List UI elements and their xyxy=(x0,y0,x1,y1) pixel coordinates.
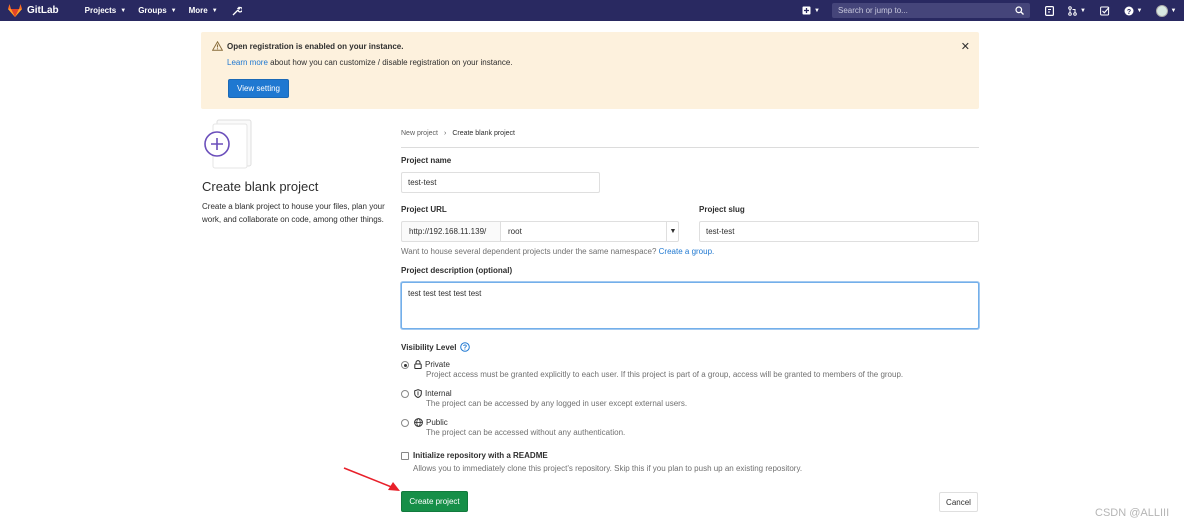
visibility-private-desc: Project access must be granted explicitl… xyxy=(426,370,904,379)
chevron-down-icon: ▼ xyxy=(814,7,820,14)
chevron-down-icon: ▼ xyxy=(1136,7,1143,14)
project-url-prefix: http://192.168.11.139/ xyxy=(401,221,501,242)
visibility-private: Private xyxy=(414,360,450,369)
question-circle-icon[interactable]: ? xyxy=(460,342,471,352)
nav-projects-label: Projects xyxy=(84,6,117,15)
registration-alert: Open registration is enabled on your ins… xyxy=(201,32,979,109)
warning-icon xyxy=(212,41,223,51)
visibility-internal-desc: The project can be accessed by any logge… xyxy=(426,399,688,408)
namespace-select[interactable]: root xyxy=(501,221,679,242)
brand-name: GitLab xyxy=(27,5,59,16)
create-group-link[interactable]: Create a group. xyxy=(659,247,715,256)
nav-groups-label: Groups xyxy=(138,6,167,15)
user-menu[interactable]: ▼ xyxy=(1148,0,1184,21)
project-name-input[interactable]: test-test xyxy=(401,172,600,193)
breadcrumb: New project › Create blank project xyxy=(401,130,515,137)
search-box[interactable] xyxy=(832,3,1030,18)
caret-down-icon[interactable]: ▼ xyxy=(666,221,679,242)
visibility-internal: Internal xyxy=(414,389,452,398)
readme-desc: Allows you to immediately clone this pro… xyxy=(413,464,803,473)
gitlab-home-link[interactable]: GitLab xyxy=(8,4,59,17)
admin-wrench-icon[interactable] xyxy=(232,6,242,16)
new-plus-icon[interactable]: ▼ xyxy=(800,0,822,21)
visibility-heading: Visibility Level ? xyxy=(401,342,471,352)
chevron-down-icon: ▼ xyxy=(211,7,218,14)
alert-body: Learn more about how you can customize /… xyxy=(227,58,513,67)
alert-body-text: about how you can customize / disable re… xyxy=(270,58,513,67)
visibility-private-radio[interactable] xyxy=(401,361,409,369)
blank-project-illustration xyxy=(204,119,252,169)
svg-text:?: ? xyxy=(1126,8,1130,15)
visibility-label: Visibility Level xyxy=(401,342,457,352)
visibility-internal-radio[interactable] xyxy=(401,390,409,398)
readme-checkbox[interactable] xyxy=(401,452,409,460)
visibility-public-desc: The project can be accessed without any … xyxy=(426,428,626,437)
top-navbar: GitLab Projects ▼ Groups ▼ More ▼ ▼ ▼ xyxy=(0,0,1184,21)
project-slug-label: Project slug xyxy=(699,205,745,214)
chevron-down-icon: ▼ xyxy=(1170,7,1177,14)
avatar xyxy=(1155,4,1168,17)
cancel-button[interactable]: Cancel xyxy=(939,492,978,512)
namespace-help: Want to house several dependent projects… xyxy=(401,247,714,256)
divider xyxy=(401,147,979,148)
nav-more[interactable]: More ▼ xyxy=(189,6,218,15)
create-project-button[interactable]: Create project xyxy=(401,491,468,512)
navbar-right: ▼ ▼ ? ▼ ▼ xyxy=(800,0,1184,21)
issues-icon[interactable] xyxy=(1036,0,1062,21)
close-icon[interactable]: ✕ xyxy=(961,40,970,53)
chevron-down-icon: ▼ xyxy=(170,7,177,14)
chevron-down-icon: ▼ xyxy=(120,7,127,14)
todos-icon[interactable] xyxy=(1092,0,1118,21)
visibility-private-label: Private xyxy=(425,360,450,369)
nav-more-label: More xyxy=(188,6,208,15)
help-icon[interactable]: ? ▼ xyxy=(1118,0,1148,21)
alert-title: Open registration is enabled on your ins… xyxy=(227,42,404,51)
visibility-public-radio[interactable] xyxy=(401,419,409,427)
shield-icon xyxy=(414,389,422,398)
watermark: CSDN @ALLIII xyxy=(1095,507,1170,519)
visibility-public-label: Public xyxy=(426,418,448,427)
page-title: Create blank project xyxy=(202,179,319,194)
chevron-down-icon: ▼ xyxy=(1080,7,1086,14)
search-input[interactable] xyxy=(838,6,1008,15)
nav-groups[interactable]: Groups ▼ xyxy=(138,6,176,15)
project-name-label: Project name xyxy=(401,156,452,165)
svg-text:?: ? xyxy=(463,345,467,352)
merge-requests-icon[interactable]: ▼ xyxy=(1062,0,1092,21)
description-textarea[interactable]: test test test test test xyxy=(401,282,979,329)
breadcrumb-new-project[interactable]: New project xyxy=(401,130,438,137)
nav-projects[interactable]: Projects ▼ xyxy=(85,6,127,15)
lock-icon xyxy=(414,360,422,369)
chevron-right-icon: › xyxy=(443,130,447,137)
project-url-label: Project URL xyxy=(401,205,447,214)
visibility-public: Public xyxy=(414,418,448,427)
namespace-help-text: Want to house several dependent projects… xyxy=(401,247,657,256)
project-slug-input[interactable]: test-test xyxy=(699,221,979,242)
description-label: Project description (optional) xyxy=(401,266,513,275)
visibility-internal-label: Internal xyxy=(425,389,452,398)
gitlab-logo-icon xyxy=(8,4,22,17)
page-description: Create a blank project to house your fil… xyxy=(202,202,385,224)
view-setting-button[interactable]: View setting xyxy=(228,79,289,98)
learn-more-link[interactable]: Learn more xyxy=(227,58,268,67)
breadcrumb-current: Create blank project xyxy=(452,130,515,137)
arrow-annotation-icon xyxy=(343,467,400,491)
search-icon xyxy=(1015,6,1024,15)
globe-icon xyxy=(414,418,423,427)
readme-label: Initialize repository with a README xyxy=(413,451,548,460)
